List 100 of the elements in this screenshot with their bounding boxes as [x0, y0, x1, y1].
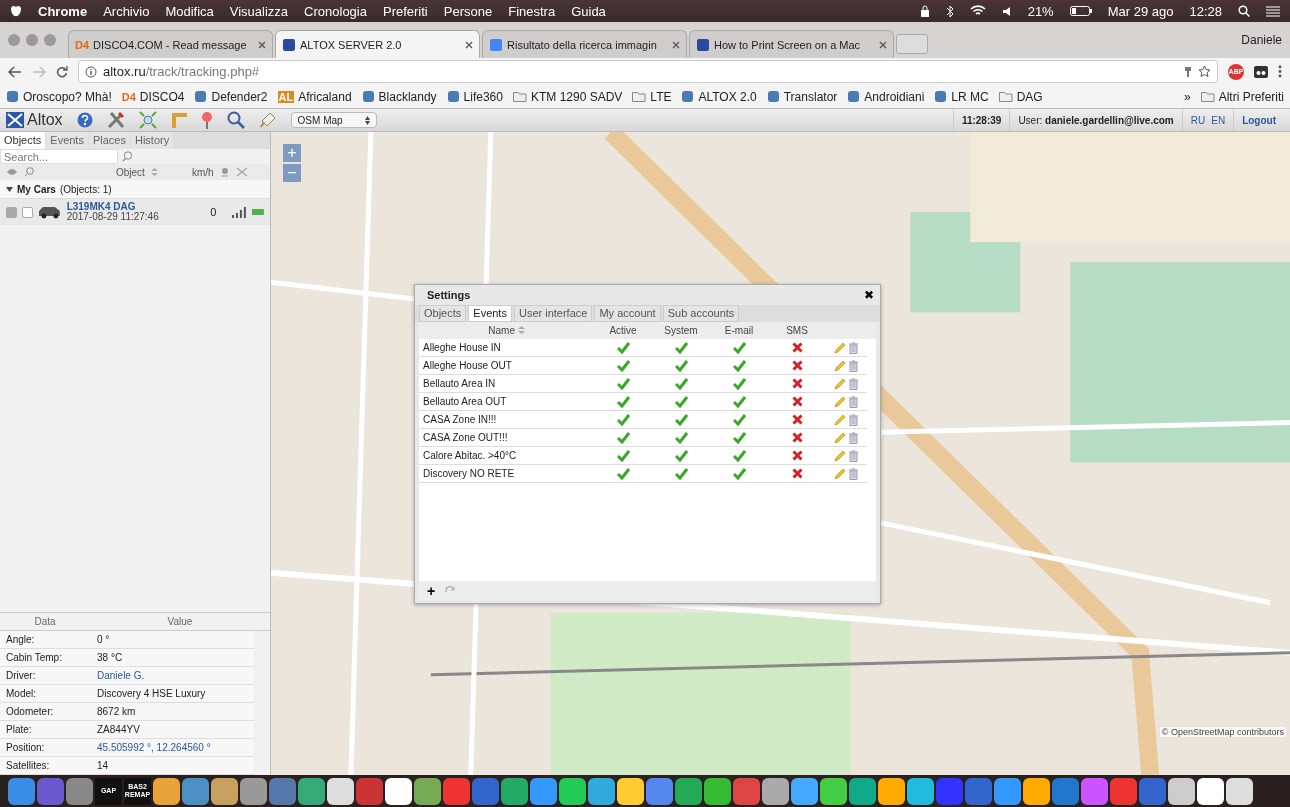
app-icon[interactable] [414, 777, 441, 805]
settings-tab[interactable]: Events [468, 305, 512, 322]
column-header[interactable]: Name [488, 325, 515, 336]
language-link[interactable]: EN [1211, 114, 1226, 126]
cross-icon[interactable] [791, 468, 803, 479]
trash-icon[interactable] [848, 431, 859, 444]
data-value[interactable]: 45.505992 °, 12.264560 ° [97, 742, 254, 753]
cross-icon[interactable] [791, 342, 803, 353]
key-icon[interactable] [1184, 65, 1192, 78]
bookmark-item[interactable]: LTE [650, 89, 672, 104]
app-icon[interactable] [1226, 777, 1253, 805]
lock-icon[interactable] [919, 5, 930, 17]
column-header[interactable]: km/h [191, 166, 214, 178]
bookmark-item[interactable]: DAG [1016, 89, 1043, 104]
check-icon[interactable] [616, 359, 630, 372]
app-icon[interactable] [762, 777, 789, 805]
back-icon[interactable] [8, 65, 22, 78]
menu-item[interactable]: Guida [571, 3, 606, 19]
settings-tab[interactable]: Sub accounts [662, 305, 740, 322]
eye-icon[interactable] [6, 168, 18, 176]
check-icon[interactable] [616, 467, 630, 480]
check-icon[interactable] [616, 341, 630, 354]
bookmark-item[interactable]: Androidiani [864, 89, 925, 104]
app-icon[interactable] [211, 777, 238, 805]
settings-tab[interactable]: My account [594, 305, 661, 322]
browser-tab[interactable]: How to Print Screen on a Mac [689, 30, 894, 58]
checkbox[interactable] [6, 206, 17, 218]
add-button[interactable]: + [427, 583, 436, 599]
app-icon[interactable] [153, 777, 180, 805]
search-icon[interactable] [1238, 5, 1250, 17]
app-icon[interactable] [791, 777, 818, 805]
pencil-icon[interactable] [834, 395, 846, 408]
map-type-select[interactable]: OSM Map [290, 112, 377, 128]
help-icon[interactable] [76, 112, 93, 128]
cross-icon[interactable] [791, 414, 803, 425]
trash-icon[interactable] [848, 359, 859, 372]
bookmark-item[interactable]: Altri Preferiti [1218, 89, 1284, 104]
cross-icon[interactable] [791, 360, 803, 371]
check-icon[interactable] [732, 431, 746, 444]
check-icon[interactable] [732, 467, 746, 480]
bookmark-item[interactable]: LR MC [951, 89, 989, 104]
panel-tab[interactable]: Places [88, 132, 130, 149]
settings-tab[interactable]: Objects [419, 305, 467, 322]
check-icon[interactable] [674, 341, 688, 354]
pencil-icon[interactable] [834, 467, 846, 480]
settings-tab[interactable]: User interface [513, 305, 593, 322]
menu-item[interactable]: Modifica [165, 3, 214, 19]
trash-icon[interactable] [848, 449, 859, 462]
bookmark-item[interactable]: ALTOX 2.0 [698, 89, 757, 104]
check-icon[interactable] [616, 395, 630, 408]
pencil-icon[interactable] [834, 413, 846, 426]
menu-item[interactable]: Visualizza [229, 3, 289, 19]
column-header[interactable]: Object [116, 166, 145, 178]
app-icon[interactable] [240, 777, 267, 805]
checkbox[interactable] [21, 206, 33, 218]
check-icon[interactable] [674, 449, 688, 462]
cross-icon[interactable] [791, 432, 803, 443]
trash-icon[interactable] [848, 395, 859, 408]
expand-icon[interactable] [6, 186, 13, 192]
bookmark-item[interactable]: Africaland [298, 89, 352, 104]
browser-tab[interactable]: D4 DISCO4.COM - Read message [68, 30, 273, 58]
extension-icon[interactable] [1254, 65, 1268, 78]
bookmarks-overflow[interactable]: » [1183, 89, 1191, 104]
search-field[interactable]: Search... [0, 149, 118, 164]
check-icon[interactable] [616, 377, 630, 390]
app-icon[interactable] [1168, 777, 1195, 805]
bookmark-item[interactable]: KTM 1290 SADV [530, 89, 623, 104]
panel-tab[interactable]: History [130, 132, 174, 149]
search-icon[interactable] [226, 111, 245, 129]
app-icon[interactable] [878, 777, 905, 805]
trash-icon[interactable] [848, 341, 859, 354]
check-icon[interactable] [674, 467, 688, 480]
app-icon[interactable] [327, 777, 354, 805]
check-icon[interactable] [732, 395, 746, 408]
check-icon[interactable] [674, 359, 688, 372]
trash-icon[interactable] [848, 377, 859, 390]
check-icon[interactable] [732, 359, 746, 372]
check-icon[interactable] [674, 377, 688, 390]
check-icon[interactable] [674, 395, 688, 408]
menu-date[interactable]: Mar 29 ago [1107, 3, 1174, 19]
speaker-icon[interactable] [1001, 5, 1012, 17]
trash-icon[interactable] [848, 467, 859, 480]
pin-icon[interactable] [200, 111, 213, 129]
reload-icon[interactable] [56, 65, 68, 78]
bookmark-item[interactable]: Life360 [463, 89, 503, 104]
browser-tab[interactable]: ALTOX SERVER 2.0 [275, 30, 480, 58]
tools-icon[interactable] [106, 111, 125, 129]
bookmark-item[interactable]: Oroscopo? Mhà! [23, 89, 112, 104]
bookmark-item[interactable]: Translator [783, 89, 838, 104]
app-icon[interactable] [1023, 777, 1050, 805]
close-icon[interactable] [465, 40, 473, 49]
list-icon[interactable] [1266, 5, 1280, 17]
more-icon[interactable] [1278, 65, 1282, 78]
bookmark-item[interactable]: Defender2 [211, 89, 268, 104]
profile-name[interactable]: Daniele [1241, 33, 1282, 47]
menu-item[interactable]: Preferiti [382, 3, 428, 19]
close-icon[interactable] [879, 40, 887, 49]
app-icon[interactable] [820, 777, 847, 805]
check-icon[interactable] [732, 377, 746, 390]
app-icon[interactable] [385, 777, 412, 805]
